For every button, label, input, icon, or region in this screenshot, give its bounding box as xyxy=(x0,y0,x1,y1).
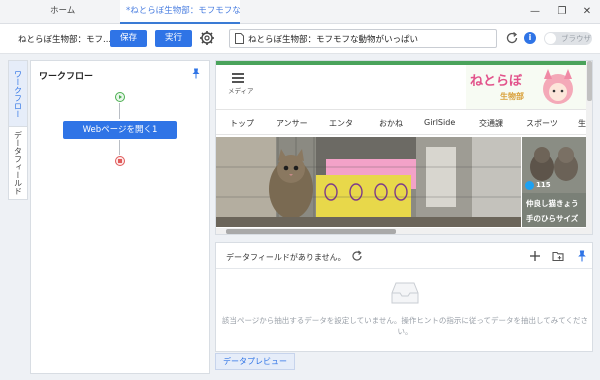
scroll-thumb[interactable] xyxy=(226,229,396,234)
share-count: 115 xyxy=(536,181,551,189)
workflow-title: ワークフロー xyxy=(39,72,94,82)
pin-icon[interactable] xyxy=(191,68,201,79)
data-field-header: データフィールドがありません。 xyxy=(216,243,592,269)
side-tabs: ワークフロー データフィールド xyxy=(8,60,28,200)
tab-home[interactable]: ホーム xyxy=(50,0,75,24)
data-field-panel: データフィールドがありません。 該当ページから抽出するデータを設定していません。… xyxy=(215,242,593,352)
nav-item[interactable]: スポーツ xyxy=(526,118,558,129)
toolbar: ねとらぼ生物部：モフ... 保存 実行 i ブラウザ xyxy=(0,24,600,54)
browser-toggle-label: ブラウザ xyxy=(561,34,591,43)
browser-toggle[interactable]: ブラウザ xyxy=(544,32,592,45)
nav-item[interactable]: 交通課 xyxy=(479,118,503,129)
save-button[interactable]: 保存 xyxy=(110,30,147,47)
svg-text:生物部: 生物部 xyxy=(500,91,524,101)
add-folder-icon[interactable] xyxy=(552,250,564,262)
start-icon xyxy=(115,92,125,102)
side-article-card[interactable]: 115 仲良し猫きょう 手のひらサイズ xyxy=(522,137,586,227)
workflow-panel: ワークフロー Webページを開く1 xyxy=(30,60,210,374)
flow-connector xyxy=(119,103,120,119)
nav-item[interactable]: アンサー xyxy=(276,118,308,129)
refresh-icon[interactable] xyxy=(351,250,363,262)
menu-label: メディア xyxy=(228,87,254,95)
hamburger-icon[interactable] xyxy=(232,73,244,83)
plus-icon[interactable] xyxy=(529,250,541,262)
twitter-icon xyxy=(525,181,534,190)
title-bar: ホーム *ねとらぼ生物部：モフモフな — ❐ ✕ xyxy=(0,0,600,24)
tab-data-preview[interactable]: データプレビュー xyxy=(215,353,295,370)
nav-item[interactable]: 生 xyxy=(578,118,586,129)
side-article-title: 仲良し猫きょう xyxy=(526,199,579,208)
gear-icon[interactable] xyxy=(199,30,215,46)
nav-item[interactable]: エンタ xyxy=(329,118,353,129)
minimize-icon[interactable]: — xyxy=(528,4,542,18)
run-button[interactable]: 実行 xyxy=(155,30,192,47)
workflow-node-open-page[interactable]: Webページを開く1 xyxy=(63,121,177,139)
nav-item[interactable]: トップ xyxy=(230,118,254,129)
side-article-title: 手のひらサイズ xyxy=(526,214,579,223)
info-icon[interactable]: i xyxy=(524,32,536,44)
close-icon[interactable]: ✕ xyxy=(580,4,594,18)
task-title: ねとらぼ生物部：モフ... xyxy=(18,35,112,45)
no-fields-message: データフィールドがありません。 xyxy=(226,253,346,262)
svg-text:ねとらぼ: ねとらぼ xyxy=(470,74,523,89)
hero-image[interactable] xyxy=(216,137,521,227)
refresh-icon[interactable] xyxy=(505,31,519,45)
stop-icon xyxy=(115,156,125,166)
tab-datafield[interactable]: データフィールド xyxy=(9,127,27,199)
horizontal-scrollbar[interactable] xyxy=(216,228,586,234)
scroll-thumb[interactable] xyxy=(587,61,592,101)
pin-icon[interactable] xyxy=(576,250,588,262)
vertical-scrollbar[interactable] xyxy=(586,61,592,234)
tab-active[interactable]: *ねとらぼ生物部：モフモフな xyxy=(120,0,240,24)
site-logo[interactable]: ねとらぼ 生物部 xyxy=(466,65,586,109)
flow-connector xyxy=(119,140,120,155)
empty-state-text: 該当ページから抽出するデータを設定していません。操作ヒントの指示に従ってデータを… xyxy=(221,316,589,336)
toggle-knob xyxy=(545,33,556,44)
nav-item[interactable]: GirlSide xyxy=(424,118,455,127)
tab-workflow[interactable]: ワークフロー xyxy=(9,61,27,127)
site-nav: トップ アンサー エンタ おかね GirlSide 交通課 スポーツ 生 xyxy=(216,109,586,135)
url-bar[interactable] xyxy=(229,29,497,48)
nav-item[interactable]: おかね xyxy=(379,118,403,129)
url-input[interactable] xyxy=(248,32,493,45)
inbox-icon xyxy=(391,282,419,304)
restore-icon[interactable]: ❐ xyxy=(555,4,569,18)
browser-view[interactable]: メディア ねとらぼ 生物部 トップ アンサー エンタ おかね GirlSide … xyxy=(215,60,593,235)
document-icon xyxy=(235,33,244,44)
